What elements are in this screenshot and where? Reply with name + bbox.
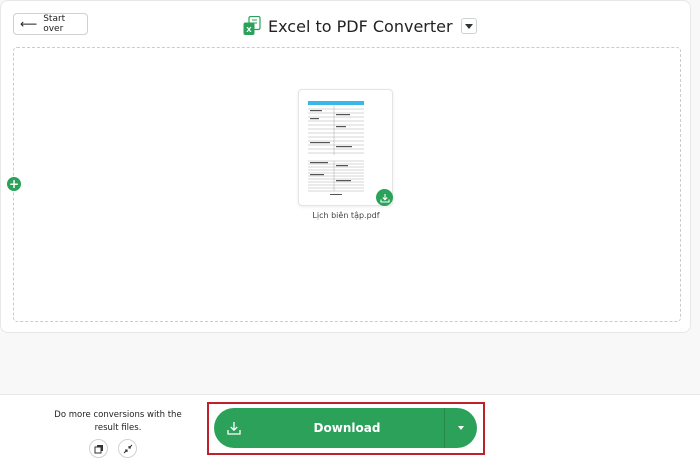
download-icon bbox=[379, 193, 390, 203]
chevron-down-icon bbox=[464, 23, 473, 29]
file-name: Lịch biên tập.pdf bbox=[312, 211, 380, 220]
page-title: Excel to PDF Converter bbox=[268, 16, 453, 36]
file-thumbnail-card[interactable] bbox=[298, 89, 393, 206]
add-file-button[interactable]: + bbox=[7, 177, 21, 191]
start-over-label: Start over bbox=[43, 14, 66, 34]
plus-icon: + bbox=[8, 177, 20, 191]
copy-icon bbox=[94, 444, 103, 453]
tool-switch-dropdown[interactable] bbox=[460, 18, 477, 34]
file-download-button[interactable] bbox=[376, 189, 393, 206]
compress-files-button[interactable] bbox=[118, 439, 137, 458]
compress-icon bbox=[123, 444, 132, 453]
start-over-button[interactable]: ⟵ Start over bbox=[13, 13, 88, 35]
download-label: Download bbox=[313, 421, 381, 435]
pdf-page-preview bbox=[306, 99, 366, 197]
excel-file-icon: X bbox=[243, 16, 261, 35]
page-title-group: X Excel to PDF Converter bbox=[243, 14, 477, 38]
arrow-left-icon: ⟵ bbox=[20, 17, 38, 31]
svg-text:X: X bbox=[246, 26, 252, 34]
merge-files-button[interactable] bbox=[89, 439, 108, 458]
chevron-down-icon bbox=[458, 426, 464, 430]
download-button[interactable]: Download bbox=[214, 408, 477, 448]
download-icon bbox=[214, 408, 254, 448]
more-conversions-text: Do more conversions with the result file… bbox=[54, 410, 182, 433]
